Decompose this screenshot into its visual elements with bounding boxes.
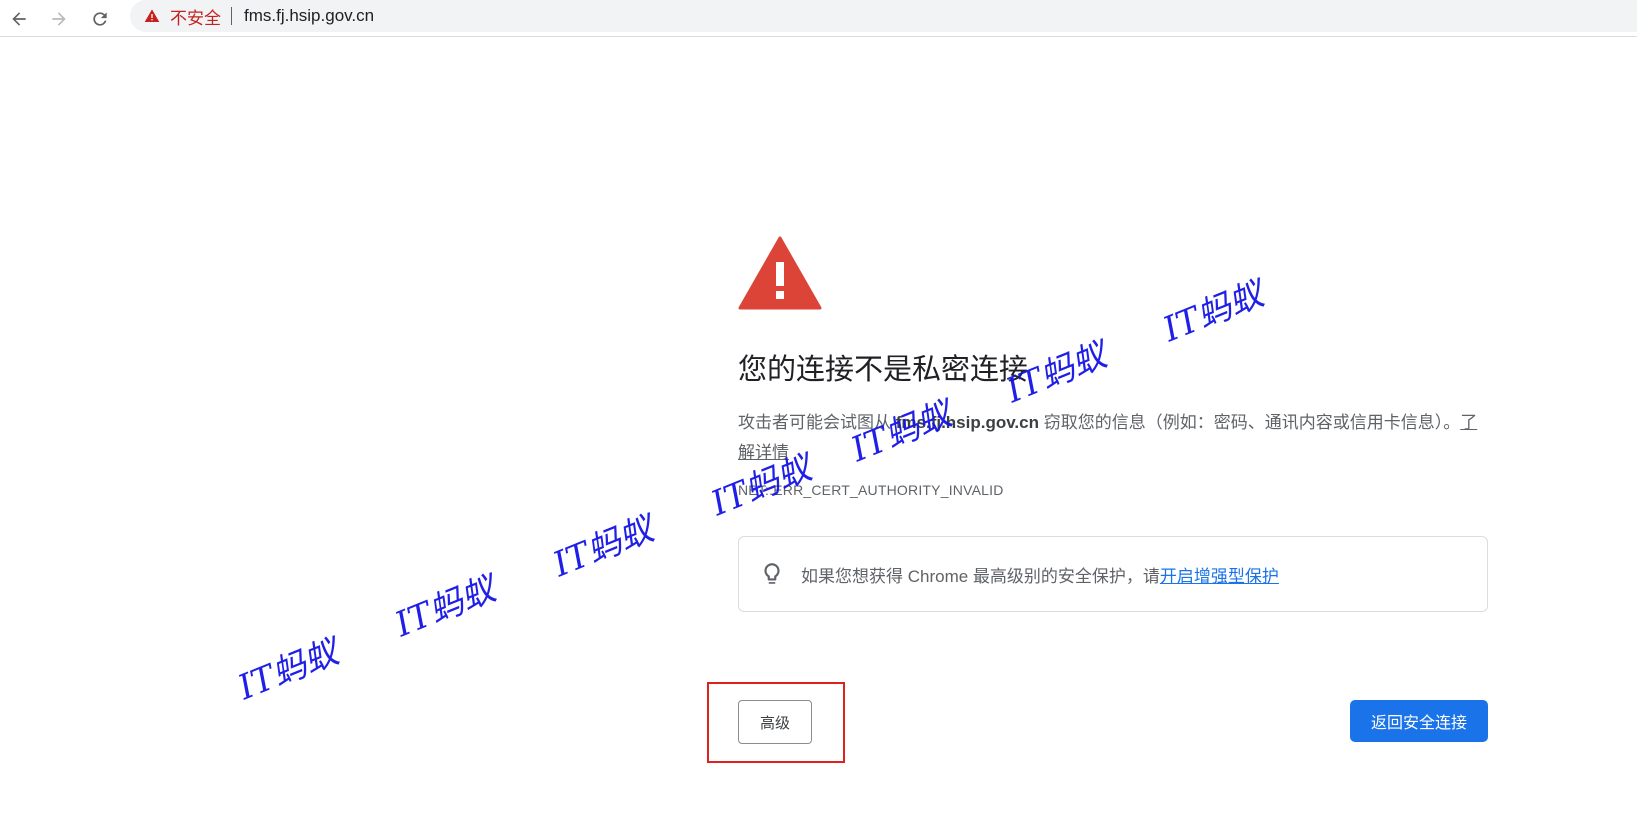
advanced-button[interactable]: 高级	[738, 700, 812, 744]
interstitial-content: 您的连接不是私密连接 攻击者可能会试图从 fms.fj.hsip.gov.cn …	[738, 236, 1488, 612]
back-button[interactable]	[4, 4, 34, 34]
not-secure-warning-icon	[144, 9, 160, 22]
watermark: IT蚂蚁	[389, 568, 502, 646]
page-title: 您的连接不是私密连接	[738, 354, 1029, 386]
watermark: IT蚂蚁	[232, 631, 345, 709]
desc-prefix: 攻击者可能会试图从	[738, 413, 896, 432]
url-text[interactable]: fms.fj.hsip.gov.cn	[244, 6, 374, 26]
reload-button[interactable]	[85, 4, 115, 34]
enable-enhanced-protection-link[interactable]: 开启增强型保护	[1160, 567, 1279, 586]
warning-triangle-icon	[738, 236, 822, 310]
error-description: 攻击者可能会试图从 fms.fj.hsip.gov.cn 窃取您的信息（例如：密…	[738, 408, 1488, 468]
reload-icon	[93, 12, 107, 26]
forward-button[interactable]	[44, 4, 74, 34]
lightbulb-icon	[764, 563, 780, 584]
desc-suffix: 窃取您的信息（例如：密码、通讯内容或信用卡信息）。	[1039, 413, 1461, 432]
forward-arrow-icon	[52, 12, 66, 26]
error-code[interactable]: NET::ERR_CERT_AUTHORITY_INVALID	[738, 482, 1488, 498]
enhanced-protection-promo: 如果您想获得 Chrome 最高级别的安全保护，请开启增强型保护	[738, 536, 1488, 612]
browser-toolbar: 不安全 fms.fj.hsip.gov.cn	[0, 0, 1637, 37]
address-bar[interactable]: 不安全 fms.fj.hsip.gov.cn	[130, 0, 1637, 32]
not-secure-label[interactable]: 不安全	[170, 4, 221, 29]
enhanced-protection-text: 如果您想获得 Chrome 最高级别的安全保护，请开启增强型保护	[801, 562, 1279, 587]
desc-domain: fms.fj.hsip.gov.cn	[895, 413, 1039, 432]
enhanced-text-body: 如果您想获得 Chrome 最高级别的安全保护，请	[801, 566, 1160, 586]
back-to-safety-button[interactable]: 返回安全连接	[1350, 700, 1488, 742]
omnibox-separator	[231, 7, 232, 25]
watermark: IT蚂蚁	[547, 508, 660, 586]
back-arrow-icon	[12, 12, 26, 26]
